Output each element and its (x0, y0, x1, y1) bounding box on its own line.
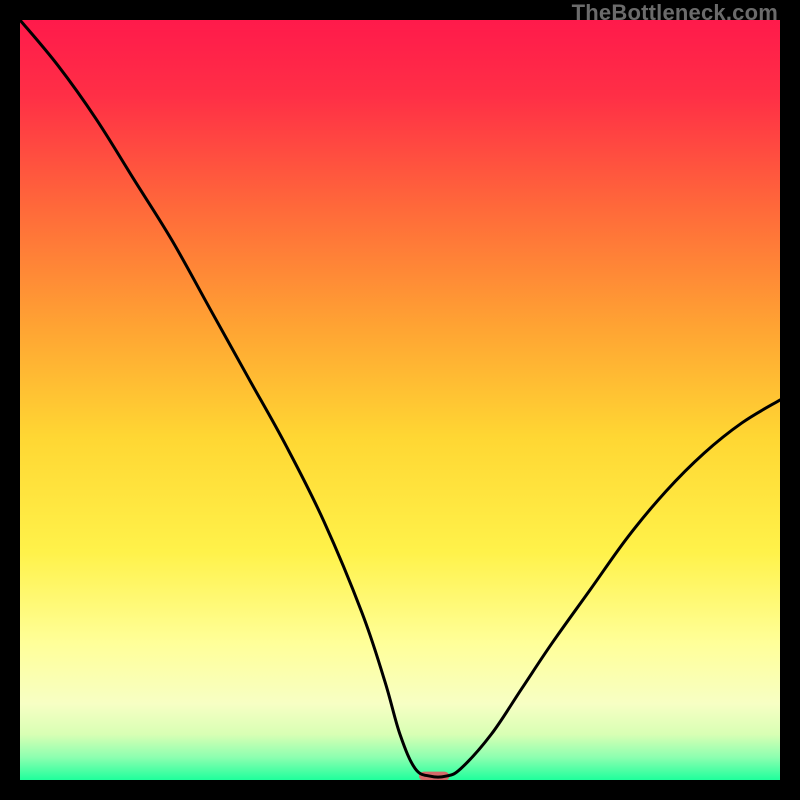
bottleneck-chart (20, 20, 780, 780)
chart-frame (20, 20, 780, 780)
gradient-background (20, 20, 780, 780)
watermark-label: TheBottleneck.com (572, 0, 778, 26)
